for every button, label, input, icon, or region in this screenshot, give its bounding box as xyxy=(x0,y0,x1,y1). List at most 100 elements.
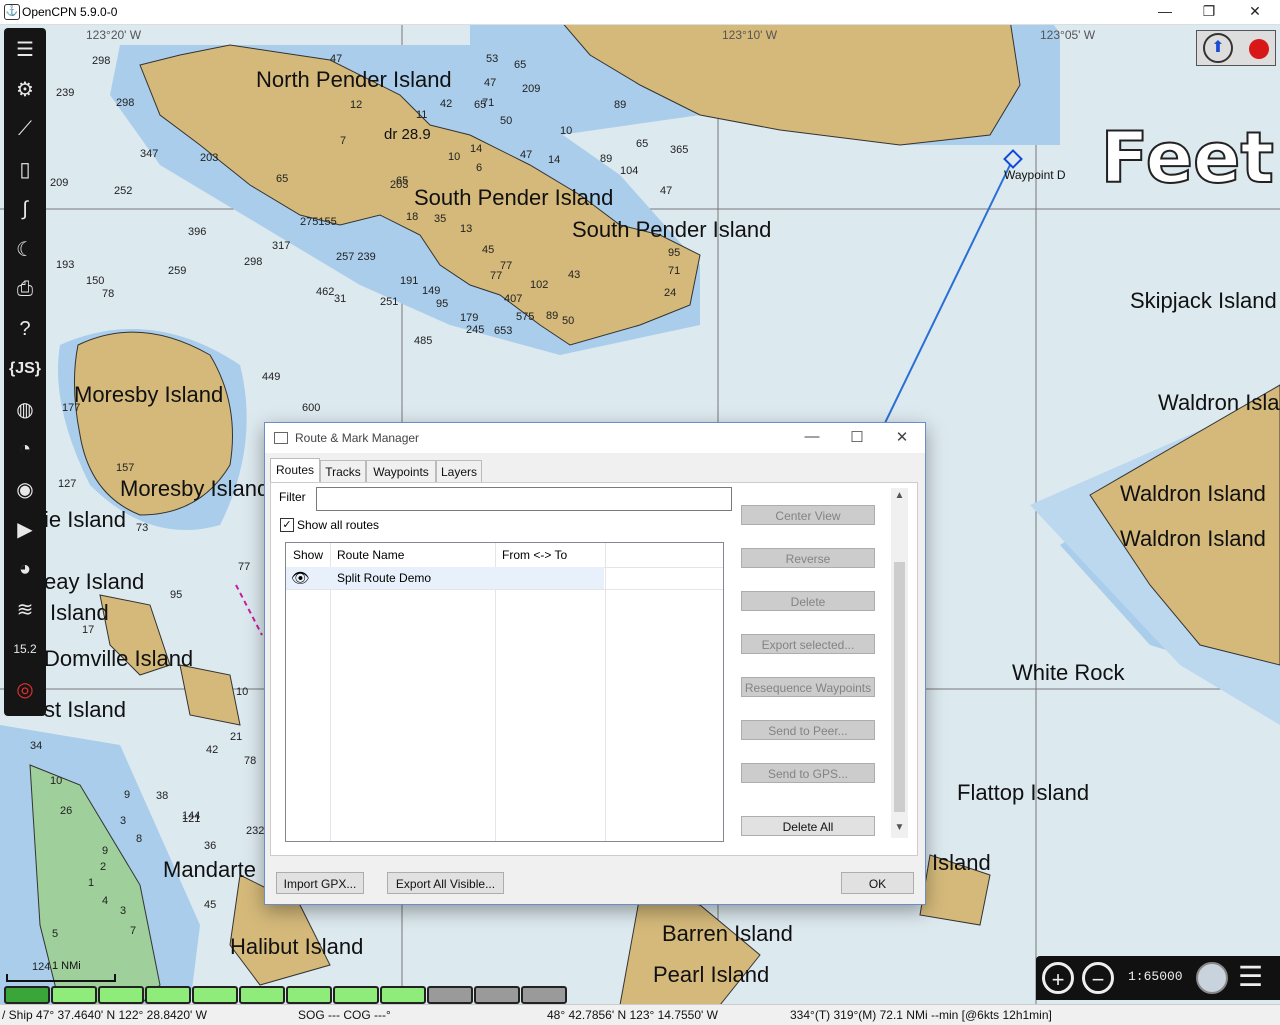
hamburger-icon[interactable]: ☰ xyxy=(8,32,42,66)
depth-sounding: 50 xyxy=(500,115,513,127)
filter-label: Filter xyxy=(279,490,306,504)
minimize-button[interactable]: — xyxy=(1142,0,1188,24)
gauge-icon[interactable]: ◕ xyxy=(8,552,42,586)
depth-sounding: 396 xyxy=(188,226,207,238)
chart-key[interactable] xyxy=(192,986,238,1004)
chart-key[interactable] xyxy=(333,986,379,1004)
ok-button[interactable]: OK xyxy=(841,872,914,894)
dialog-maximize-button[interactable]: ☐ xyxy=(842,428,872,446)
visible-eye-icon[interactable]: 👁 xyxy=(291,569,310,587)
depth-sounding: 21 xyxy=(230,731,243,743)
import-gpx-button[interactable]: Import GPX... xyxy=(276,872,364,894)
column-header-route-name[interactable]: Route Name xyxy=(337,548,404,562)
send-to-peer-button[interactable]: Send to Peer... xyxy=(741,720,875,740)
chart-bar xyxy=(0,984,570,1004)
tab-routes[interactable]: Routes xyxy=(270,458,320,483)
send-to-gps-button[interactable]: Send to GPS... xyxy=(741,763,875,783)
depth-sounding: 12 xyxy=(350,99,363,111)
document-icon[interactable]: ▯ xyxy=(8,152,42,186)
chart-key[interactable] xyxy=(98,986,144,1004)
maximize-button[interactable]: ❐ xyxy=(1186,0,1232,24)
play-icon[interactable]: ▶ xyxy=(8,512,42,546)
depth-sounding: 95 xyxy=(170,589,183,601)
dialog-minimize-button[interactable]: — xyxy=(797,428,827,445)
column-header-show[interactable]: Show xyxy=(293,548,323,562)
show-all-routes-label: Show all routes xyxy=(297,518,380,532)
chart-key[interactable] xyxy=(474,986,520,1004)
reverse-button[interactable]: Reverse xyxy=(741,548,875,568)
depth-sounding: 65 xyxy=(636,138,649,150)
filter-input[interactable] xyxy=(316,487,732,511)
depth-sounding: 24 xyxy=(664,287,677,299)
depth-sounding: 298 xyxy=(92,55,111,67)
column-header-from-to[interactable]: From <-> To xyxy=(502,548,567,562)
chart-key[interactable] xyxy=(239,986,285,1004)
depth-sounding: 203 xyxy=(200,152,219,164)
tab-waypoints[interactable]: Waypoints xyxy=(366,460,436,482)
center-view-button[interactable]: Center View xyxy=(741,505,875,525)
depth-sounding: 11 xyxy=(416,109,428,121)
js-icon[interactable]: {JS} xyxy=(8,352,42,386)
help-icon[interactable]: ? xyxy=(8,312,42,346)
printer-icon[interactable]: ⎙ xyxy=(8,272,42,306)
gear-icon[interactable]: ⚙ xyxy=(8,72,42,106)
depth-sounding: 50 xyxy=(562,315,575,327)
sog-cog: SOG --- COG ---° xyxy=(298,1008,391,1022)
compass-rose-icon[interactable] xyxy=(1196,962,1228,994)
dialog-close-button[interactable]: ✕ xyxy=(887,428,917,446)
label-mandarte: Mandarte xyxy=(163,857,256,882)
depth-sounding: 78 xyxy=(102,288,115,300)
bearing-distance: 334°(T) 319°(M) 72.1 NMi --min [@6kts 12… xyxy=(790,1008,1052,1022)
zoom-in-button[interactable]: + xyxy=(1042,962,1074,994)
chart-key[interactable] xyxy=(286,986,332,1004)
scroll-down-icon[interactable]: ▼ xyxy=(891,822,908,833)
resequence-waypoints-button[interactable]: Resequence Waypoints xyxy=(741,677,875,697)
chart-key[interactable] xyxy=(521,986,567,1004)
route-icon[interactable]: ⟋ xyxy=(8,112,42,146)
close-button[interactable]: ✕ xyxy=(1232,0,1278,24)
export-all-visible-button[interactable]: Export All Visible... xyxy=(387,872,504,894)
globe-search-icon[interactable]: ◍ xyxy=(8,392,42,426)
scrollbar-thumb[interactable] xyxy=(894,562,905,812)
wind-icon[interactable]: 15.2 xyxy=(8,632,42,666)
label-halibut: Halibut Island xyxy=(230,934,364,959)
delete-button[interactable]: Delete xyxy=(741,591,875,611)
show-all-routes-checkbox[interactable]: ✓ Show all routes xyxy=(280,518,379,532)
depth-sounding: 78 xyxy=(244,755,257,767)
tide-icon[interactable]: ≋ xyxy=(8,592,42,626)
compass-widget[interactable]: ⬆ xyxy=(1196,30,1276,66)
tab-layers[interactable]: Layers xyxy=(436,460,482,482)
chart-key[interactable] xyxy=(51,986,97,1004)
checkbox-check-icon[interactable]: ✓ xyxy=(280,518,294,532)
export-selected-button[interactable]: Export selected... xyxy=(741,634,875,654)
record-icon[interactable]: ◉ xyxy=(8,472,42,506)
tab-tracks[interactable]: Tracks xyxy=(320,460,366,482)
label-waypoint-d[interactable]: Waypoint D xyxy=(1004,168,1066,182)
dialog-titlebar[interactable]: Route & Mark Manager — ☐ ✕ xyxy=(265,423,925,453)
chart-key[interactable] xyxy=(4,986,50,1004)
depth-sounding: 42 xyxy=(440,98,453,110)
depth-sounding: 47 xyxy=(330,53,343,65)
depth-sounding: 71 xyxy=(668,265,681,277)
chart-key[interactable] xyxy=(427,986,473,1004)
menu-icon[interactable]: ☰ xyxy=(1238,962,1263,992)
depth-sounding: 95 xyxy=(668,247,681,259)
depth-sounding: 5 xyxy=(52,928,59,940)
chart-icon[interactable]: ◔ xyxy=(8,432,42,466)
zoom-out-button[interactable]: − xyxy=(1082,962,1114,994)
delete-all-button[interactable]: Delete All xyxy=(741,816,875,836)
lifebuoy-icon[interactable]: ◎ xyxy=(8,672,42,706)
chart-key[interactable] xyxy=(145,986,191,1004)
depth-sounding: 104 xyxy=(620,165,639,177)
label-white-rock: White Rock xyxy=(1012,660,1125,685)
table-row[interactable]: 👁 Split Route Demo xyxy=(286,567,604,589)
track-icon[interactable]: ∫ xyxy=(8,192,42,226)
moon-star-icon[interactable]: ☾ xyxy=(8,232,42,266)
button-scrollbar[interactable]: ▲ ▼ xyxy=(891,488,908,838)
depth-sounding: 144 xyxy=(182,810,201,822)
scroll-up-icon[interactable]: ▲ xyxy=(891,490,908,501)
main-toolbar: ☰ ⚙ ⟋ ▯ ∫ ☾ ⎙ ? {JS} ◍ ◔ ◉ ▶ ◕ ≋ 15.2 ◎ xyxy=(4,28,46,716)
chart-key[interactable] xyxy=(380,986,426,1004)
routes-list[interactable]: Show Route Name From <-> To 👁 Split Rout… xyxy=(285,542,724,842)
depth-sounding: 252 xyxy=(114,185,133,197)
